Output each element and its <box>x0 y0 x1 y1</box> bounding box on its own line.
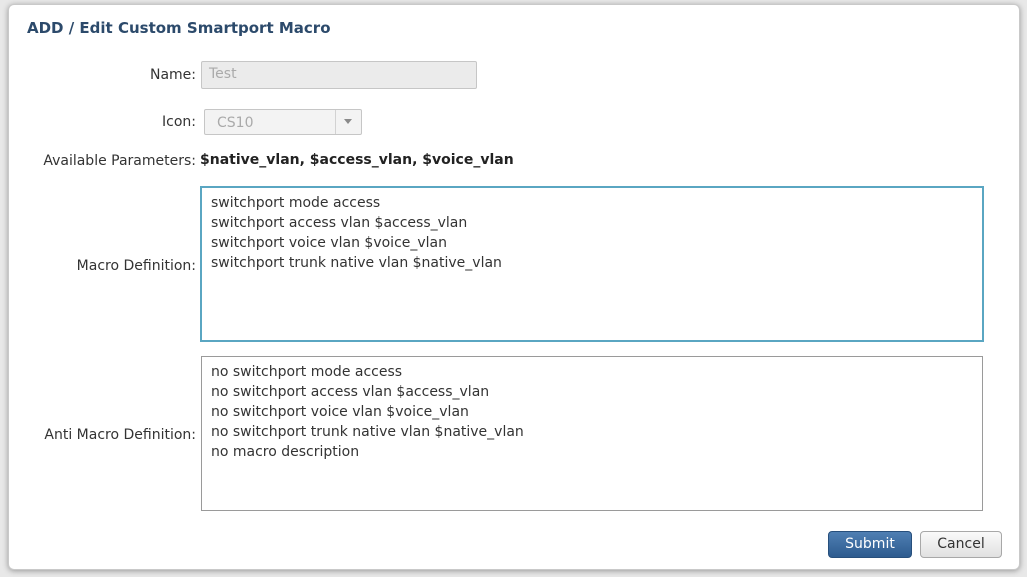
anti-macro-line: no switchport trunk native vlan $native_… <box>211 424 524 440</box>
anti-macro-definition-label: Anti Macro Definition: <box>44 427 196 443</box>
icon-select-value: CS10 <box>217 115 254 131</box>
macro-definition-textarea[interactable]: switchport mode access switchport access… <box>200 186 984 342</box>
anti-macro-definition-textarea[interactable]: no switchport mode access no switchport … <box>201 356 983 511</box>
chevron-down-icon[interactable] <box>335 110 361 134</box>
edit-macro-dialog: ADD / Edit Custom Smartport Macro Name: … <box>8 4 1020 570</box>
macro-definition-label: Macro Definition: <box>76 258 196 274</box>
anti-macro-line: no switchport access vlan $access_vlan <box>211 384 490 400</box>
icon-select[interactable]: CS10 <box>204 109 362 135</box>
cancel-button[interactable]: Cancel <box>920 531 1002 558</box>
macro-line: switchport trunk native vlan $native_vla… <box>211 255 502 271</box>
macro-line: switchport access vlan $access_vlan <box>211 215 468 231</box>
name-label: Name: <box>149 67 196 83</box>
anti-macro-line: no switchport mode access <box>211 364 403 380</box>
icon-label: Icon: <box>162 114 196 130</box>
dialog-title: ADD / Edit Custom Smartport Macro <box>27 19 331 37</box>
macro-line: switchport voice vlan $voice_vlan <box>211 235 448 251</box>
available-parameters-value: $native_vlan, $access_vlan, $voice_vlan <box>200 152 514 168</box>
available-parameters-label: Available Parameters: <box>43 153 196 169</box>
submit-button[interactable]: Submit <box>828 531 912 558</box>
macro-line: switchport mode access <box>211 195 381 211</box>
name-field[interactable]: Test <box>201 61 477 89</box>
anti-macro-line: no macro description <box>211 444 360 460</box>
anti-macro-line: no switchport voice vlan $voice_vlan <box>211 404 469 420</box>
